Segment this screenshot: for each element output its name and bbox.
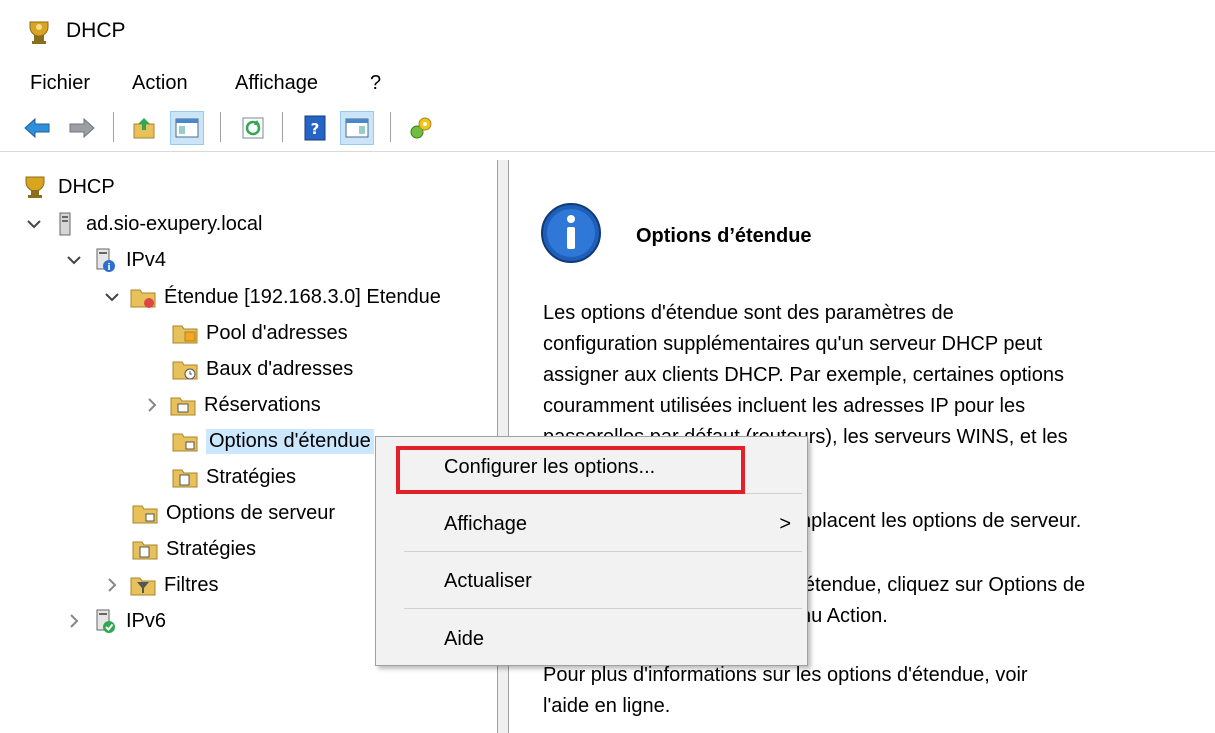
toolbar: ? bbox=[0, 102, 1215, 152]
chevron-down-icon[interactable] bbox=[22, 212, 46, 236]
dhcp-icon bbox=[25, 176, 45, 198]
chevron-right-icon[interactable] bbox=[140, 393, 164, 417]
policies-folder-icon bbox=[132, 541, 158, 560]
tree-item-server[interactable]: ad.sio-exupery.local bbox=[22, 207, 262, 241]
tree-item-policies[interactable]: Stratégies bbox=[132, 532, 256, 566]
tree-item-scope-policies[interactable]: Stratégies bbox=[172, 460, 296, 494]
tree-label-policies: Stratégies bbox=[166, 537, 257, 560]
server-icon bbox=[59, 212, 71, 236]
info-icon bbox=[541, 203, 601, 263]
tree-label-scope-policies: Stratégies bbox=[206, 465, 297, 488]
console-tree-icon bbox=[175, 118, 199, 138]
refresh-button[interactable] bbox=[236, 111, 270, 145]
tree-label-dhcp: DHCP bbox=[58, 175, 115, 198]
up-button[interactable] bbox=[128, 111, 162, 145]
tree-item-leases[interactable]: Baux d'adresses bbox=[172, 352, 353, 386]
ipv4-icon: i bbox=[96, 248, 115, 273]
menu-action[interactable]: Action bbox=[132, 72, 188, 95]
menu-bar: Fichier Action Affichage ? bbox=[0, 66, 1215, 100]
help-icon: ? bbox=[304, 115, 326, 141]
tree-label-server-options: Options de serveur bbox=[166, 501, 335, 524]
submenu-arrow-icon: > bbox=[779, 512, 791, 535]
tree-label-pool: Pool d'adresses bbox=[206, 321, 348, 344]
tree-label-leases: Baux d'adresses bbox=[206, 357, 354, 380]
reservations-folder-icon bbox=[170, 397, 196, 416]
tree-item-reservations[interactable]: Réservations bbox=[140, 388, 321, 422]
chevron-right-icon[interactable] bbox=[100, 573, 124, 597]
info-paragraph-3: 'étendue, cliquez sur Options de nu Acti… bbox=[800, 574, 1086, 627]
tree-item-server-options[interactable]: Options de serveur bbox=[132, 496, 335, 530]
info-title: Options d’étendue bbox=[636, 225, 812, 247]
context-item-aide[interactable]: Aide bbox=[376, 617, 807, 661]
annotation-highlight bbox=[396, 446, 745, 494]
options-folder-icon bbox=[172, 433, 198, 452]
tree-label-ipv4: IPv4 bbox=[126, 248, 167, 271]
menu-fichier[interactable]: Fichier bbox=[30, 72, 90, 95]
svg-text:i: i bbox=[107, 263, 110, 273]
svg-text:?: ? bbox=[311, 120, 320, 138]
tree-label-ipv6: IPv6 bbox=[126, 609, 167, 632]
ipv6-icon bbox=[96, 609, 115, 633]
pool-folder-icon bbox=[172, 325, 198, 344]
tree-item-ipv6[interactable]: IPv6 bbox=[62, 604, 166, 638]
tree-item-filters[interactable]: Filtres bbox=[100, 568, 218, 602]
action-pane-icon bbox=[345, 118, 369, 138]
info-paragraph-4: Pour plus d'informations sur les options… bbox=[543, 664, 1028, 717]
tree-label-reservations: Réservations bbox=[204, 393, 321, 416]
scope-folder-icon bbox=[130, 289, 156, 308]
refresh-icon bbox=[242, 117, 264, 139]
policies-folder-icon bbox=[172, 469, 198, 488]
extra-button[interactable] bbox=[404, 111, 438, 145]
window-title: DHCP bbox=[66, 19, 126, 42]
tree-label-server: ad.sio-exupery.local bbox=[86, 212, 263, 235]
extra-icon bbox=[410, 117, 432, 139]
tree-label-scope-options: Options d'étendue bbox=[206, 428, 374, 454]
forward-icon bbox=[69, 117, 95, 139]
tree-label-filters: Filtres bbox=[164, 573, 219, 596]
back-button[interactable] bbox=[20, 111, 54, 145]
tree-item-dhcp-root[interactable]: DHCP bbox=[22, 170, 115, 204]
menu-affichage[interactable]: Affichage bbox=[235, 72, 318, 95]
action-pane-button[interactable] bbox=[340, 111, 374, 145]
tree-item-scope[interactable]: Étendue [192.168.3.0] Etendue bbox=[100, 280, 441, 314]
filter-icon bbox=[130, 577, 156, 596]
title-bar: DHCP bbox=[0, 0, 1215, 60]
context-item-actualiser[interactable]: Actualiser bbox=[376, 559, 807, 603]
leases-folder-icon bbox=[172, 361, 198, 380]
menu-help[interactable]: ? bbox=[370, 72, 381, 95]
tree-item-ipv4[interactable]: i IPv4 bbox=[62, 243, 166, 277]
info-paragraph-2: nplacent les options de serveur. bbox=[800, 510, 1082, 532]
forward-button[interactable] bbox=[65, 111, 99, 145]
context-item-affichage[interactable]: Affichage > bbox=[376, 502, 807, 546]
back-icon bbox=[24, 117, 50, 139]
chevron-down-icon[interactable] bbox=[100, 285, 124, 309]
dhcp-app-icon bbox=[29, 21, 49, 44]
chevron-right-icon[interactable] bbox=[62, 609, 86, 633]
chevron-down-icon[interactable] bbox=[62, 248, 86, 272]
tree-item-scope-options[interactable]: Options d'étendue bbox=[172, 424, 374, 458]
info-paragraph-1: Les options d'étendue sont des paramètre… bbox=[543, 302, 1068, 448]
tree-item-pool[interactable]: Pool d'adresses bbox=[172, 316, 348, 350]
console-tree-button[interactable] bbox=[170, 111, 204, 145]
tree-label-scope: Étendue [192.168.3.0] Etendue bbox=[164, 285, 441, 308]
server-options-folder-icon bbox=[132, 505, 158, 524]
help-button[interactable]: ? bbox=[298, 111, 332, 145]
up-folder-icon bbox=[133, 118, 155, 139]
